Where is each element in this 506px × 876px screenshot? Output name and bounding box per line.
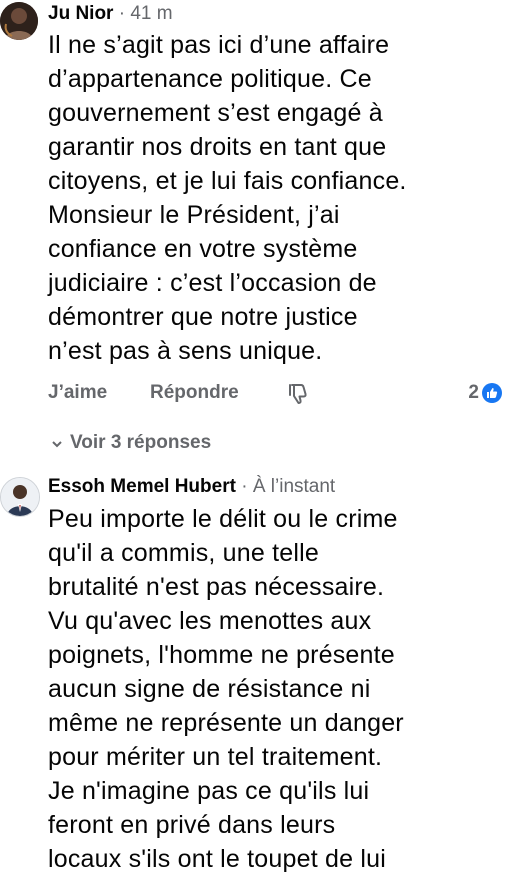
text-line: même ne représente un danger (48, 709, 404, 737)
comment-text: Peu importe le délit ou le crime qu'il a… (48, 502, 498, 876)
text-line: gouvernement s’est engagé à (48, 99, 383, 127)
author-name[interactable]: Ju Nior (48, 3, 113, 24)
reply-button[interactable]: Répondre (150, 382, 239, 404)
text-line: aucun signe de résistance ni (48, 675, 371, 703)
like-reaction-icon (482, 383, 502, 403)
text-line: locaux s'ils ont le toupet de lui (48, 845, 386, 873)
meta-separator: · (118, 3, 126, 24)
comment-timestamp[interactable]: À l’instant (253, 476, 335, 497)
avatar-photo-icon (1, 478, 39, 516)
chevron-down-icon (52, 432, 62, 454)
reaction-summary[interactable]: 2 (468, 380, 502, 406)
text-line: brutalité n'est pas nécessaire. (48, 573, 385, 601)
reaction-count: 2 (468, 382, 479, 403)
comment-timestamp[interactable]: 41 m (130, 3, 172, 24)
text-line: Monsieur le Président, j’ai (48, 201, 340, 229)
comment-essoh-memel-hubert: Essoh Memel Hubert · À l’instant Peu imp… (0, 475, 506, 875)
comment-meta: Essoh Memel Hubert · À l’instant (48, 476, 335, 498)
text-line: poignets, l'homme ne présente (48, 641, 395, 669)
text-line: n’est pas à sens unique. (48, 337, 323, 365)
like-button[interactable]: J’aime (48, 382, 107, 404)
text-line: judiciaire : c’est l’occasion de (48, 269, 377, 297)
text-line: Peu importe le délit ou le crime (48, 505, 398, 533)
text-line: confiance en votre système (48, 235, 358, 263)
view-replies-link[interactable]: Voir 3 réponses (52, 431, 211, 455)
avatar[interactable] (0, 2, 38, 40)
comment-text: Il ne s’agit pas ici d’une affaire d’app… (48, 28, 498, 368)
text-line: pour mériter un tel traitement. (48, 743, 383, 771)
view-replies-label: Voir 3 réponses (70, 432, 212, 453)
text-line: Vu qu'avec les menottes aux (48, 607, 372, 635)
thumbs-down-icon[interactable] (288, 383, 308, 411)
comment-ju-nior: Ju Nior · 41 m Il ne s’agit pas ici d’un… (0, 0, 506, 460)
author-name[interactable]: Essoh Memel Hubert (48, 476, 236, 497)
text-line: feront en privé dans leurs (48, 811, 336, 839)
text-line: d’appartenance politique. Ce (48, 65, 372, 93)
meta-separator: · (241, 476, 248, 497)
text-line: Il ne s’agit pas ici d’une affaire (48, 31, 390, 59)
text-line: démontrer que notre justice (48, 303, 358, 331)
avatar[interactable] (0, 477, 40, 517)
comment-meta: Ju Nior · 41 m (48, 3, 173, 25)
avatar-photo-icon (0, 2, 38, 40)
text-line: Je n'imagine pas ce qu'ils lui (48, 777, 370, 805)
text-line: qu'il a commis, une telle (48, 539, 320, 567)
text-line: garantir nos droits en tant que (48, 133, 387, 161)
text-line: citoyens, et je lui fais confiance. (48, 167, 407, 195)
